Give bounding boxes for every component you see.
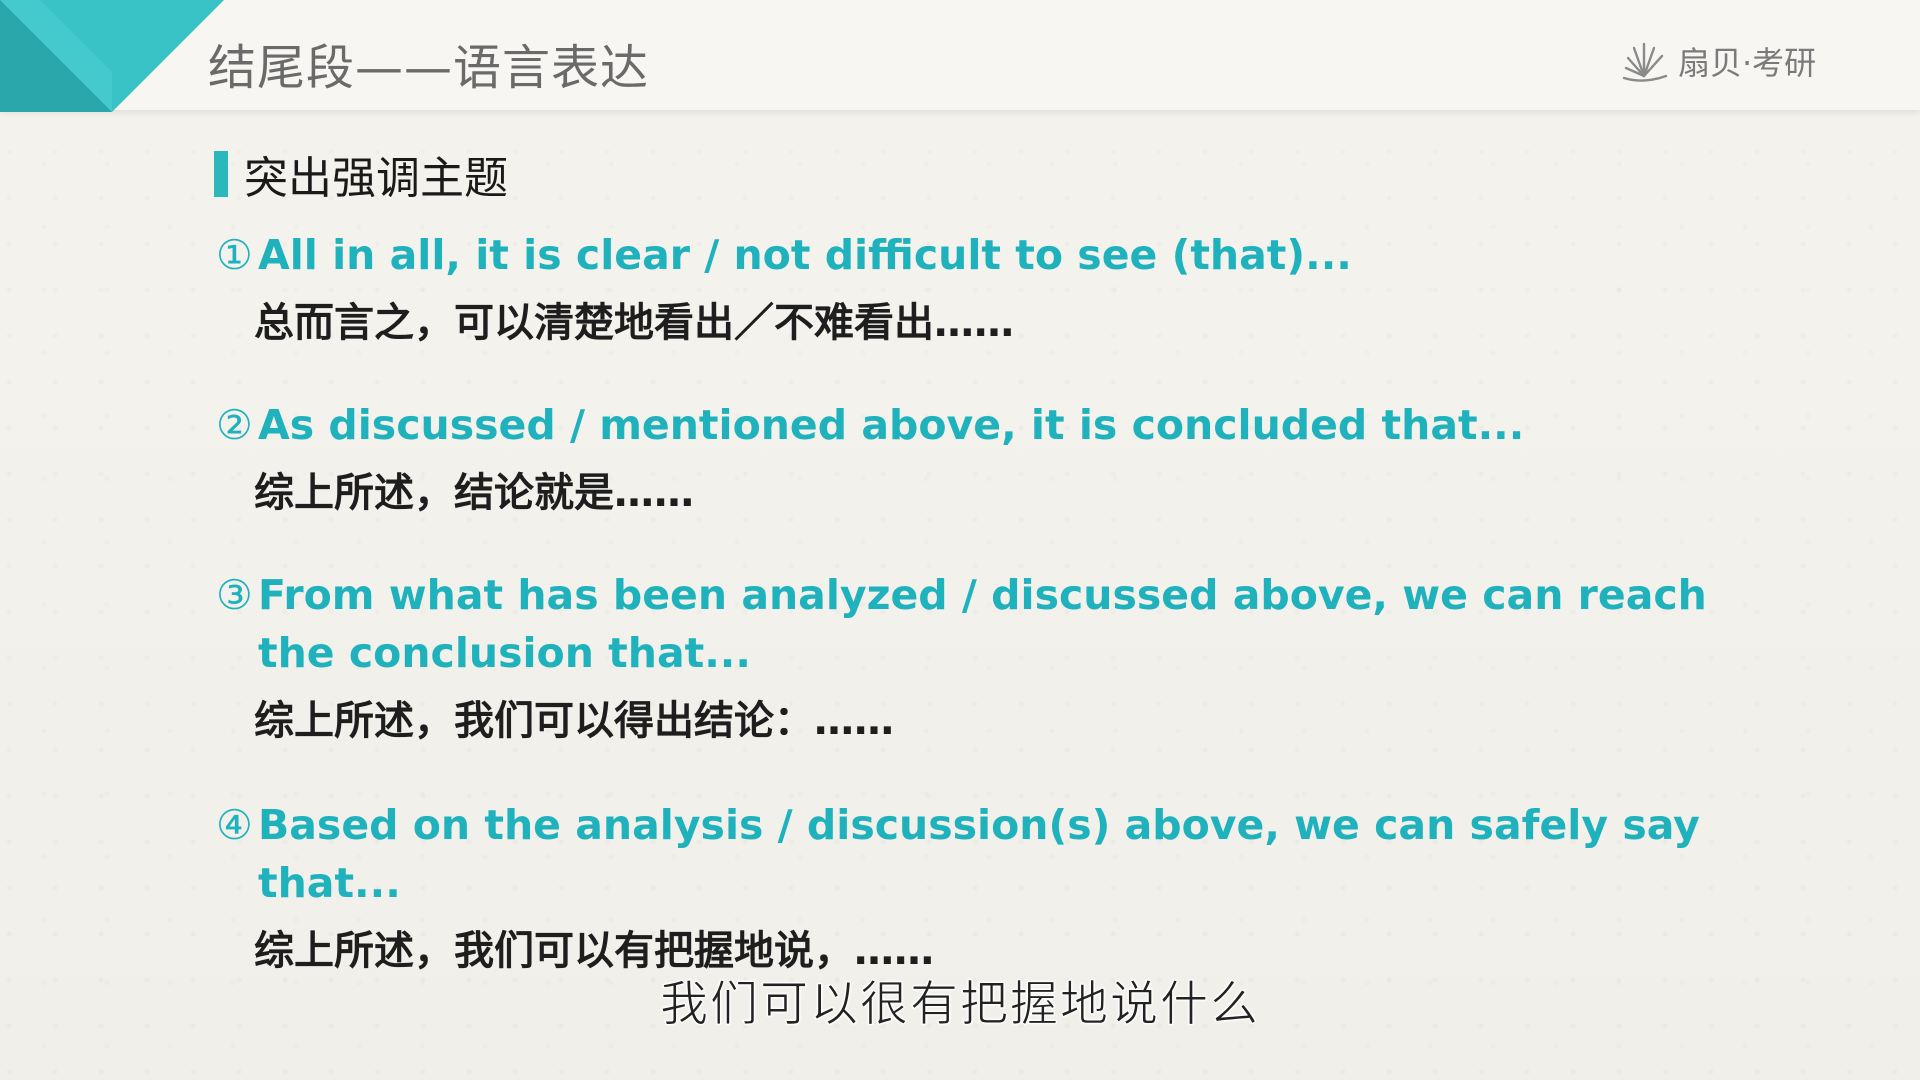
phrase-english-text: Based on the analysis / discussion(s) ab… — [258, 801, 1700, 907]
section-title: 突出强调主题 — [244, 153, 508, 204]
phrase-number: ② — [216, 401, 253, 449]
phrase-number: ③ — [216, 571, 253, 619]
section-marker — [214, 151, 228, 197]
video-subtitle: 我们可以很有把握地说什么 — [659, 976, 1260, 1033]
corner-accent-icon — [0, 0, 224, 112]
phrase-english: ④ Based on the analysis / discussion(s) … — [216, 796, 1758, 912]
phrase-english: ③ From what has been analyzed / discusse… — [216, 566, 1718, 682]
brand-logo: 扇贝·考研 — [1620, 38, 1816, 84]
brand-name: 扇贝·考研 — [1678, 44, 1817, 82]
phrase-english: ② As discussed / mentioned above, it is … — [216, 396, 1758, 454]
phrase-english: ① All in all, it is clear / not difficul… — [216, 226, 1758, 284]
phrase-chinese: 总而言之，可以清楚地看出／不难看出…… — [254, 300, 1014, 346]
phrase-english-text: All in all, it is clear / not difficult … — [258, 231, 1352, 279]
phrase-item-4: ④ Based on the analysis / discussion(s) … — [216, 796, 1758, 976]
phrase-item-2: ② As discussed / mentioned above, it is … — [216, 396, 1758, 518]
phrase-number: ④ — [216, 801, 253, 849]
phrase-number: ① — [216, 231, 253, 279]
phrase-chinese: 综上所述，我们可以得出结论：…… — [254, 698, 894, 744]
phrase-chinese: 综上所述，结论就是…… — [254, 470, 694, 516]
phrase-item-1: ① All in all, it is clear / not difficul… — [216, 226, 1758, 348]
sunburst-logo-icon — [1622, 42, 1668, 82]
phrase-item-3: ③ From what has been analyzed / discusse… — [216, 566, 1718, 746]
section-heading: 突出强调主题 — [214, 142, 508, 206]
phrase-english-text: From what has been analyzed / discussed … — [258, 571, 1707, 677]
phrase-english-text: As discussed / mentioned above, it is co… — [258, 401, 1525, 449]
header-title: 结尾段——语言表达 — [208, 40, 650, 96]
slide-header: 结尾段——语言表达 扇贝·考研 — [0, 0, 1920, 112]
